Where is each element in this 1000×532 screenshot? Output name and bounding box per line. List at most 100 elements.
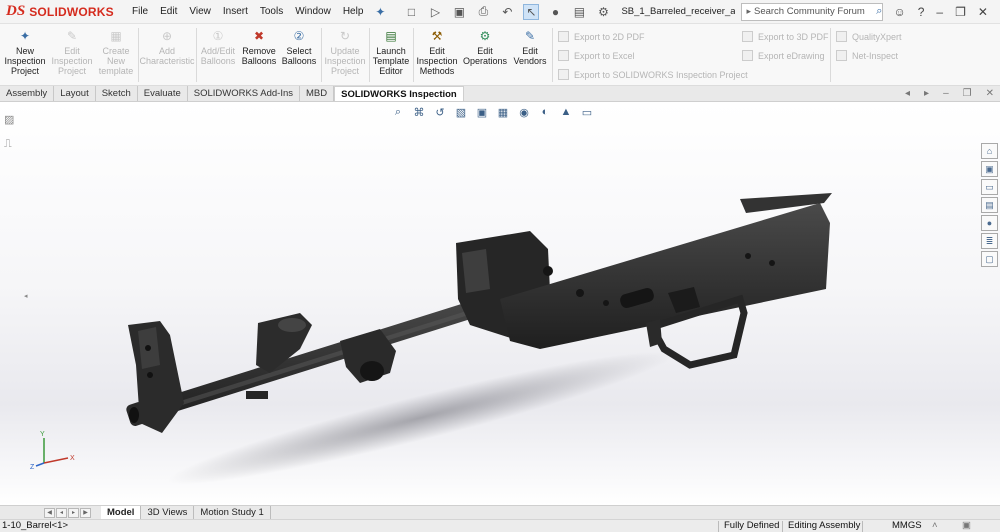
file-properties-icon[interactable]: ▤ <box>571 4 587 20</box>
open-icon[interactable]: ▷ <box>427 4 443 20</box>
tab-3d-views[interactable]: 3D Views <box>141 506 195 519</box>
search-icon[interactable]: ⌕ <box>876 5 882 18</box>
qualityxpert-button[interactable]: QualityXpert <box>836 31 902 42</box>
tab-motion-study[interactable]: Motion Study 1 <box>194 506 271 519</box>
tab-mbd[interactable]: MBD <box>300 86 335 101</box>
tab-solidworks-addins[interactable]: SOLIDWORKS Add-Ins <box>188 86 301 101</box>
net-inspect-button[interactable]: Net-Inspect <box>836 50 898 61</box>
custom-properties-icon[interactable]: ≣ <box>981 233 998 249</box>
zoom-to-fit-icon[interactable]: ⌕ <box>390 105 406 119</box>
next-doc-icon[interactable]: ▸ <box>924 88 929 99</box>
doc-minimize-icon[interactable]: – <box>943 88 949 99</box>
new-document-icon[interactable]: □ <box>403 4 419 20</box>
close-icon[interactable]: ✕ <box>978 5 988 19</box>
appearances-icon[interactable]: ● <box>981 215 998 231</box>
search-input[interactable]: Search Community Forum <box>754 6 873 17</box>
edrawing-icon <box>742 50 753 61</box>
status-tag-icon[interactable]: ▣ <box>962 520 971 532</box>
window-controls: ☺ ? – ❐ ✕ <box>893 5 987 19</box>
create-new-template-button[interactable]: ▦ Create New template <box>96 28 136 76</box>
triad-z-label: Z <box>30 464 35 471</box>
solidworks-logo[interactable]: DS SOLIDWORKS <box>0 3 118 20</box>
new-inspection-project-button[interactable]: ✦ New Inspection Project <box>4 28 46 76</box>
view-orientation-icon[interactable]: ▣ <box>474 105 490 119</box>
menu-help[interactable]: Help <box>343 6 364 17</box>
section-view-icon[interactable]: ▧ <box>453 105 469 119</box>
pin-icon[interactable]: ✦ <box>375 5 385 19</box>
forum-icon[interactable]: ▢ <box>981 251 998 267</box>
menu-file[interactable]: File <box>132 6 148 17</box>
rivet <box>745 253 751 259</box>
tab-model[interactable]: Model <box>101 506 142 519</box>
user-icon[interactable]: ☺ <box>893 5 905 19</box>
tab-solidworks-inspection[interactable]: SOLIDWORKS Inspection <box>334 86 464 101</box>
previous-view-icon[interactable]: ↺ <box>432 105 448 119</box>
quick-access-toolbar: □ ▷ ▣ ⎙ ↶ ↖ ● ▤ ⚙ <box>403 3 611 20</box>
select-balloons-button[interactable]: ② Select Balloons <box>280 28 318 66</box>
last-tab-icon[interactable]: ▶ <box>80 507 91 518</box>
menu-tools[interactable]: Tools <box>260 6 283 17</box>
tab-layout[interactable]: Layout <box>54 86 96 101</box>
search-box[interactable]: ▸ Search Community Forum ⌕ <box>741 2 884 21</box>
edit-inspection-project-button[interactable]: ✎ Edit Inspection Project <box>50 28 94 76</box>
property-manager-icon[interactable]: ⎍ <box>4 138 14 151</box>
edit-operations-button[interactable]: ⚙ Edit Operations <box>461 28 509 66</box>
print-icon[interactable]: ⎙ <box>475 4 491 20</box>
doc-close-icon[interactable]: ✕ <box>986 88 994 99</box>
edit-inspection-methods-button[interactable]: ⚒ Edit Inspection Methods <box>415 28 459 76</box>
zoom-to-area-icon[interactable]: ⌘ <box>411 105 427 119</box>
front-sight-hole <box>145 345 151 351</box>
tab-sketch[interactable]: Sketch <box>96 86 138 101</box>
model-view-tabs: ◀ ◂ ▸ ▶ Model 3D Views Motion Study 1 <box>0 505 1000 519</box>
file-explorer-icon[interactable]: ▭ <box>981 179 998 195</box>
doc-restore-icon[interactable]: ❐ <box>963 88 972 99</box>
apply-scene-icon[interactable]: ▲ <box>558 105 574 119</box>
export-2d-pdf-button[interactable]: Export to 2D PDF <box>558 31 645 42</box>
export-inspection-project-button[interactable]: Export to SOLIDWORKS Inspection Project <box>558 69 748 80</box>
design-library-icon[interactable]: ▣ <box>981 161 998 177</box>
search-scope-icon[interactable]: ▸ <box>746 6 751 17</box>
model-canvas[interactable]: Y X Z <box>0 103 1000 505</box>
undo-icon[interactable]: ↶ <box>499 4 515 20</box>
receiver[interactable] <box>500 203 830 349</box>
hide-show-items-icon[interactable]: ◉ <box>516 105 532 119</box>
edit-appearance-icon[interactable]: ◐ <box>537 105 553 119</box>
panel-collapse-handle-icon[interactable]: ◂ <box>24 292 29 300</box>
units-selector[interactable]: MMGS <box>892 520 922 532</box>
display-style-icon[interactable]: ▦ <box>495 105 511 119</box>
first-tab-icon[interactable]: ◀ <box>44 507 55 518</box>
graphics-area[interactable]: Y X Z <box>0 103 1000 505</box>
minimize-icon[interactable]: – <box>936 5 943 19</box>
prev-doc-icon[interactable]: ◂ <box>905 88 910 99</box>
tab-evaluate[interactable]: Evaluate <box>138 86 188 101</box>
feature-tree-icon[interactable]: ▨ <box>4 113 14 126</box>
remove-balloons-button[interactable]: ✖ Remove Balloons <box>240 28 278 66</box>
traffic-light-icon[interactable]: ● <box>547 4 563 20</box>
menu-edit[interactable]: Edit <box>160 6 177 17</box>
select-cursor-icon[interactable]: ↖ <box>523 3 540 20</box>
view-triad[interactable]: Y X Z <box>30 431 75 471</box>
launch-template-editor-button[interactable]: ▤ Launch Template Editor <box>371 28 411 76</box>
export-edrawing-button[interactable]: Export eDrawing <box>742 50 825 61</box>
update-inspection-project-button[interactable]: ↻ Update Inspection Project <box>323 28 367 76</box>
menu-view[interactable]: View <box>189 6 211 17</box>
tab-assembly[interactable]: Assembly <box>0 86 55 101</box>
next-tab-icon[interactable]: ▸ <box>68 507 79 518</box>
menu-window[interactable]: Window <box>295 6 331 17</box>
add-edit-balloons-button[interactable]: ① Add/Edit Balloons <box>198 28 238 66</box>
prev-tab-icon[interactable]: ◂ <box>56 507 67 518</box>
menu-insert[interactable]: Insert <box>223 6 248 17</box>
restore-icon[interactable]: ❐ <box>955 5 966 19</box>
save-icon[interactable]: ▣ <box>451 4 467 20</box>
home-icon[interactable]: ⌂ <box>981 143 998 159</box>
options-gear-icon[interactable]: ⚙ <box>595 4 611 20</box>
export-excel-button[interactable]: Export to Excel <box>558 50 635 61</box>
task-pane-tabs: ⌂ ▣ ▭ ▤ ● ≣ ▢ <box>981 143 998 267</box>
edit-vendors-button[interactable]: ✎ Edit Vendors <box>511 28 549 66</box>
view-settings-icon[interactable]: ▭ <box>579 105 595 119</box>
view-palette-icon[interactable]: ▤ <box>981 197 998 213</box>
help-icon[interactable]: ? <box>918 5 925 19</box>
export-3d-pdf-button[interactable]: Export to 3D PDF <box>742 31 829 42</box>
units-dropdown-icon[interactable]: ˄ <box>932 520 938 532</box>
add-characteristic-button[interactable]: ⊕ Add Characteristic <box>140 28 195 66</box>
